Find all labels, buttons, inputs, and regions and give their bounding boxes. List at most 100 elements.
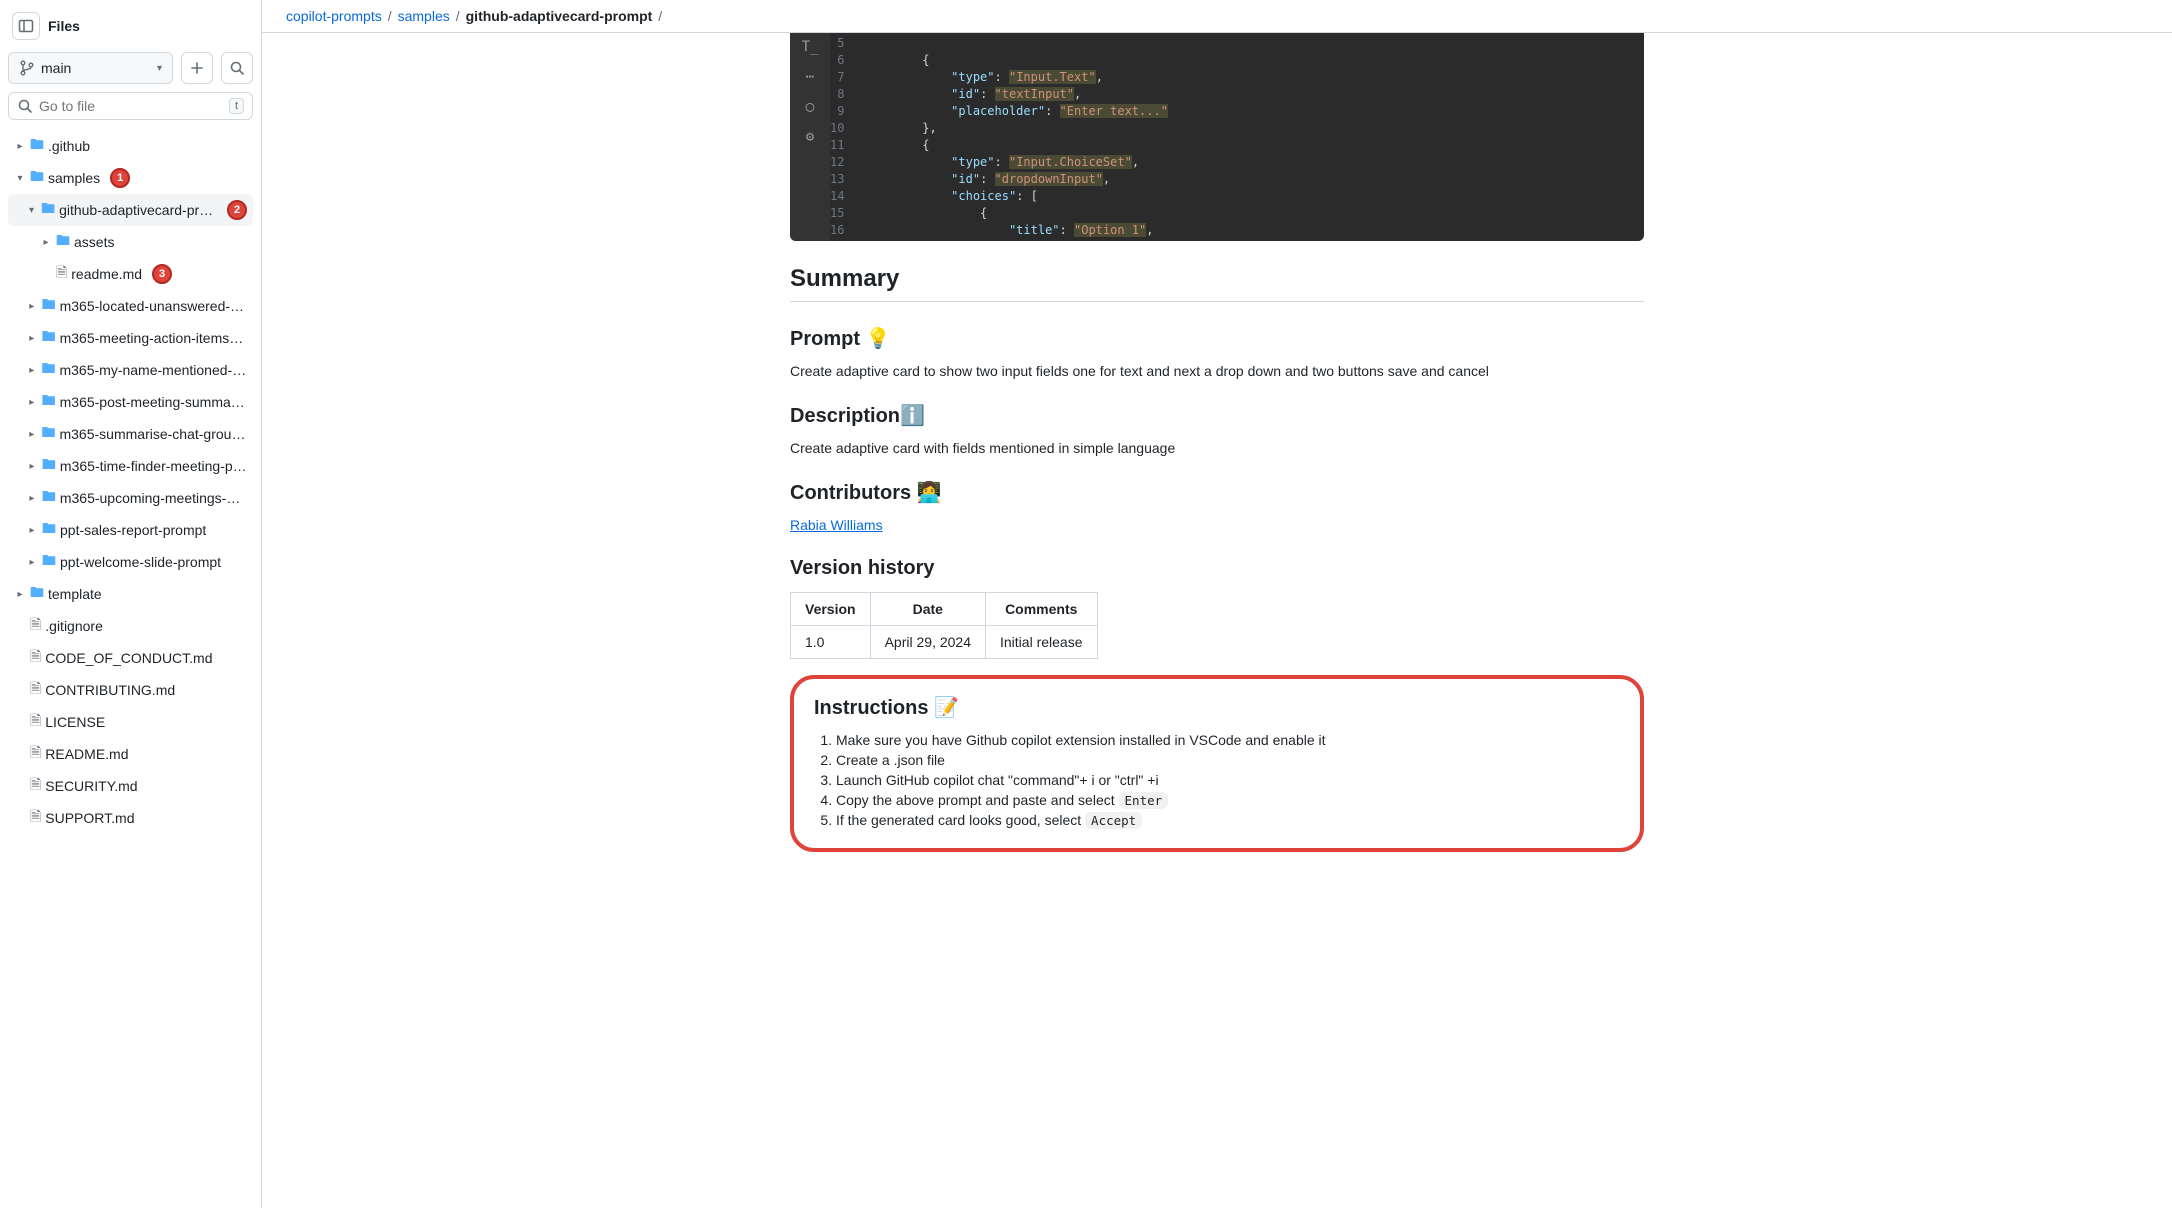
gear-icon[interactable]: ⚙ bbox=[806, 129, 814, 145]
inline-code: Enter bbox=[1119, 792, 1169, 809]
list-item: Launch GitHub copilot chat "command"+ i … bbox=[836, 772, 1620, 788]
th-version: Version bbox=[791, 593, 871, 626]
file-tree-sidebar: Files main ▾ t ▸🖿.github ▾🖿samples1 ▾🖿g bbox=[0, 0, 262, 1208]
folder-icon: 🖿 bbox=[30, 582, 44, 606]
folder-icon: 🖿 bbox=[42, 486, 56, 510]
add-file-button[interactable] bbox=[181, 52, 213, 84]
prompt-text: Create adaptive card to show two input f… bbox=[790, 363, 1644, 379]
inline-code: Accept bbox=[1085, 812, 1142, 829]
breadcrumb-root[interactable]: copilot-prompts bbox=[286, 8, 382, 24]
tree-folder-github[interactable]: ▸🖿.github bbox=[8, 130, 253, 162]
file-icon: 🗎 bbox=[30, 646, 41, 670]
file-icon: 🗎 bbox=[30, 614, 41, 638]
chevron-right-icon: ▸ bbox=[40, 237, 52, 248]
file-icon: 🗎 bbox=[56, 262, 67, 286]
annotation-badge-1: 1 bbox=[110, 168, 130, 188]
tree-folder[interactable]: ▸🖿m365-meeting-action-items-p... bbox=[8, 322, 253, 354]
prompt-heading: Prompt 💡 bbox=[790, 326, 1644, 351]
search-icon bbox=[17, 98, 33, 114]
user-icon[interactable]: ◯ bbox=[806, 99, 814, 115]
tree-folder[interactable]: ▸🖿m365-located-unanswered-m... bbox=[8, 290, 253, 322]
instructions-list: Make sure you have Github copilot extens… bbox=[836, 732, 1620, 828]
goto-file-input[interactable] bbox=[39, 98, 223, 114]
tree-file-readme-sample[interactable]: 🗎readme.md3 bbox=[8, 258, 253, 290]
file-icon: 🗎 bbox=[30, 710, 41, 734]
tree-file[interactable]: 🗎SUPPORT.md bbox=[8, 802, 253, 834]
tree-file[interactable]: 🗎CONTRIBUTING.md bbox=[8, 674, 253, 706]
summary-heading: Summary bbox=[790, 265, 1644, 302]
contributor-link[interactable]: Rabia Williams bbox=[790, 517, 883, 533]
more-icon[interactable]: ⋯ bbox=[806, 69, 814, 85]
th-date: Date bbox=[870, 593, 985, 626]
file-icon: 🗎 bbox=[30, 774, 41, 798]
chevron-down-icon: ▾ bbox=[14, 173, 26, 184]
folder-icon: 🖿 bbox=[42, 550, 56, 574]
tree-file[interactable]: 🗎CODE_OF_CONDUCT.md bbox=[8, 642, 253, 674]
tree-file[interactable]: 🗎README.md bbox=[8, 738, 253, 770]
file-tree: ▸🖿.github ▾🖿samples1 ▾🖿github-adaptiveca… bbox=[8, 130, 253, 834]
list-item: Copy the above prompt and paste and sele… bbox=[836, 792, 1620, 808]
tree-folder-adaptivecard[interactable]: ▾🖿github-adaptivecard-prompt2 bbox=[8, 194, 253, 226]
goto-file-input-wrap[interactable]: t bbox=[8, 92, 253, 120]
tree-folder-samples[interactable]: ▾🖿samples1 bbox=[8, 162, 253, 194]
file-icon: 🗎 bbox=[30, 742, 41, 766]
tree-folder[interactable]: ▸🖿m365-my-name-mentioned-pr... bbox=[8, 354, 253, 386]
chevron-right-icon: ▸ bbox=[26, 301, 38, 312]
tree-file[interactable]: 🗎.gitignore bbox=[8, 610, 253, 642]
code-tool-rail: T̲ ⋯ ◯ ⚙ bbox=[790, 33, 830, 241]
folder-icon: 🖿 bbox=[30, 134, 44, 158]
panel-icon bbox=[18, 18, 34, 34]
caret-down-icon: ▾ bbox=[157, 63, 162, 74]
annotation-badge-3: 3 bbox=[152, 264, 172, 284]
sidebar-collapse-button[interactable] bbox=[12, 12, 40, 40]
folder-icon: 🖿 bbox=[42, 294, 56, 318]
chevron-down-icon: ▾ bbox=[26, 205, 37, 216]
breadcrumb-current: github-adaptivecard-prompt bbox=[466, 8, 653, 24]
tree-folder[interactable]: ▸🖿m365-post-meeting-summary... bbox=[8, 386, 253, 418]
chevron-right-icon: ▸ bbox=[26, 557, 38, 568]
chevron-right-icon: ▸ bbox=[26, 333, 38, 344]
tree-file[interactable]: 🗎SECURITY.md bbox=[8, 770, 253, 802]
tree-folder[interactable]: ▸🖿ppt-sales-report-prompt bbox=[8, 514, 253, 546]
tree-folder-template[interactable]: ▸🖿template bbox=[8, 578, 253, 610]
folder-icon: 🖿 bbox=[30, 166, 44, 190]
branch-icon bbox=[19, 60, 35, 76]
annotation-badge-2: 2 bbox=[227, 200, 247, 220]
version-history-heading: Version history bbox=[790, 557, 1644, 580]
tree-folder[interactable]: ▸🖿m365-upcoming-meetings-pr... bbox=[8, 482, 253, 514]
description-text: Create adaptive card with fields mention… bbox=[790, 440, 1644, 456]
chevron-right-icon: ▸ bbox=[14, 589, 26, 600]
tree-file[interactable]: 🗎LICENSE bbox=[8, 706, 253, 738]
table-row: 1.0 April 29, 2024 Initial release bbox=[791, 626, 1098, 659]
chevron-right-icon: ▸ bbox=[14, 141, 26, 152]
th-comments: Comments bbox=[986, 593, 1098, 626]
folder-icon: 🖿 bbox=[41, 198, 55, 222]
goto-file-shortcut: t bbox=[229, 98, 244, 114]
text-tool-icon[interactable]: T̲ bbox=[802, 39, 819, 55]
breadcrumb: copilot-prompts / samples / github-adapt… bbox=[262, 0, 2172, 33]
file-icon: 🗎 bbox=[30, 678, 41, 702]
tree-folder[interactable]: ▸🖿ppt-welcome-slide-prompt bbox=[8, 546, 253, 578]
description-heading: Descriptionℹ️ bbox=[790, 403, 1644, 428]
tree-folder[interactable]: ▸🖿m365-summarise-chat-group-... bbox=[8, 418, 253, 450]
chevron-right-icon: ▸ bbox=[26, 397, 38, 408]
list-item: Create a .json file bbox=[836, 752, 1620, 768]
folder-icon: 🖿 bbox=[42, 390, 56, 414]
instructions-heading: Instructions 📝 bbox=[814, 695, 1620, 720]
contributors-heading: Contributors 👩‍💻 bbox=[790, 480, 1644, 505]
chevron-right-icon: ▸ bbox=[26, 365, 37, 376]
chevron-right-icon: ▸ bbox=[26, 493, 38, 504]
file-icon: 🗎 bbox=[30, 806, 41, 830]
tree-folder-assets[interactable]: ▸🖿assets bbox=[8, 226, 253, 258]
tree-folder[interactable]: ▸🖿m365-time-finder-meeting-pr... bbox=[8, 450, 253, 482]
folder-icon: 🖿 bbox=[56, 230, 70, 254]
folder-icon: 🖿 bbox=[41, 422, 55, 446]
branch-name: main bbox=[41, 60, 71, 76]
search-button[interactable] bbox=[221, 52, 253, 84]
folder-icon: 🖿 bbox=[41, 358, 55, 382]
list-item: Make sure you have Github copilot extens… bbox=[836, 732, 1620, 748]
folder-icon: 🖿 bbox=[42, 326, 56, 350]
breadcrumb-samples[interactable]: samples bbox=[398, 8, 450, 24]
chevron-right-icon: ▸ bbox=[26, 461, 38, 472]
branch-selector[interactable]: main ▾ bbox=[8, 52, 173, 84]
